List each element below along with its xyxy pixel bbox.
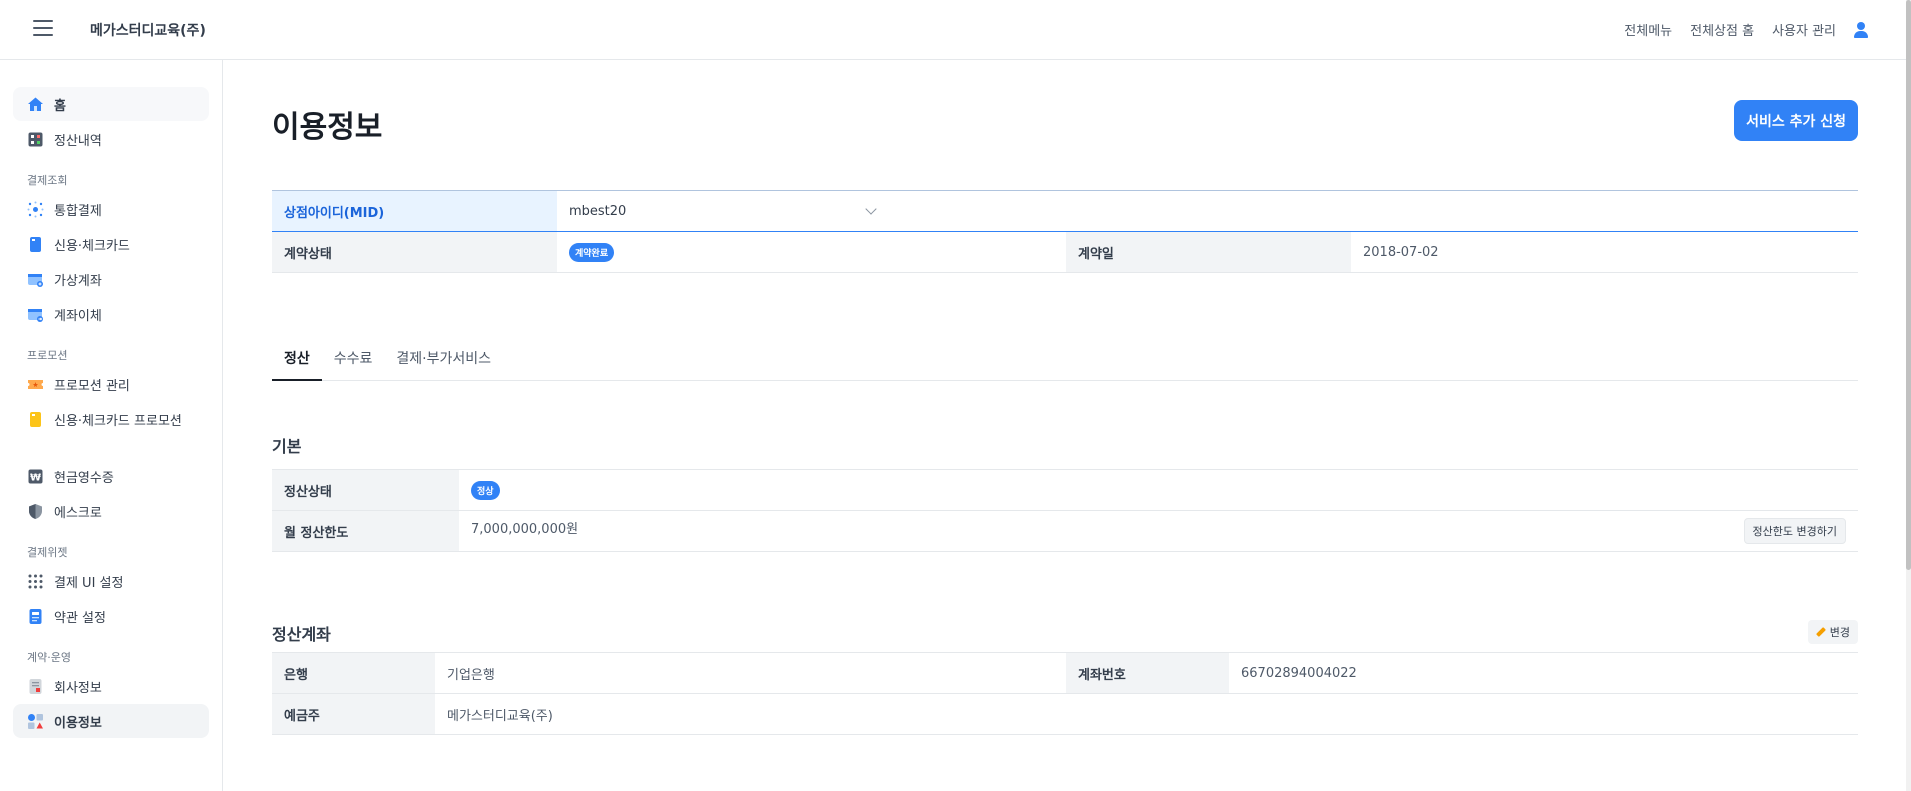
sidebar-item-account-transfer[interactable]: 계좌이체 [13,297,209,331]
monthly-limit-label: 월 정산한도 [272,510,459,552]
sidebar-item-settlement-history[interactable]: 정산내역 [13,122,209,156]
sidebar-item-payment-ui-settings[interactable]: 결제 UI 설정 [13,564,209,598]
sidebar-item-cash-receipt[interactable]: ₩ 현금영수증 [13,459,209,493]
group-label-contract-operation: 계약·운영 [27,651,71,664]
terms-icon [29,608,42,624]
contract-date-label: 계약일 [1066,231,1351,273]
sidebar-item-label: 가상계좌 [54,273,102,289]
user-management-link[interactable]: 사용자 관리 [1772,20,1836,39]
ticket-icon [28,379,43,389]
all-stores-home-link[interactable]: 전체상점 홈 [1690,20,1754,39]
sparkle-icon [27,201,44,217]
sidebar-item-card-promotion[interactable]: 신용·체크카드 프로모션 [13,402,209,436]
document-icon [29,678,42,694]
status-badge: 계약완료 [569,242,615,262]
grid-dots-icon [28,574,43,588]
pencil-icon [1816,627,1826,637]
sidebar-item-label: 홈 [54,98,66,114]
change-limit-button[interactable]: 정산한도 변경하기 [1743,518,1846,544]
page-title: 이용정보 [272,110,383,145]
sidebar-item-label: 에스크로 [54,505,102,521]
sidebar-item-escrow[interactable]: 에스크로 [13,494,209,528]
sidebar-item-label: 프로모션 관리 [54,378,130,394]
shapes-icon [28,713,43,729]
won-receipt-icon: ₩ [28,469,43,483]
account-number-label: 계좌번호 [1066,652,1229,694]
sidebar-item-label: 계좌이체 [54,308,102,324]
contract-status-label: 계약상태 [272,231,557,273]
sidebar-item-label: 신용·체크카드 프로모션 [54,413,182,429]
chevron-down-icon [865,203,877,215]
sidebar-item-label: 결제 UI 설정 [54,575,124,591]
card-promotion-icon [30,411,41,427]
home-icon [28,97,43,111]
sidebar-item-label: 정산내역 [54,133,102,149]
settlement-status-cell: 정상 [459,469,1858,511]
sidebar-item-label: 회사정보 [54,680,102,696]
edit-button-label: 변경 [1829,626,1850,639]
sidebar-item-credit-card[interactable]: 신용·체크카드 [13,227,209,261]
wallet-icon [28,273,43,287]
bank-label: 은행 [272,652,435,694]
sidebar-item-label: 약관 설정 [54,610,106,626]
account-holder-label: 예금주 [272,693,435,735]
sidebar-item-label: 현금영수증 [54,470,114,486]
all-menu-link[interactable]: 전체메뉴 [1624,20,1672,39]
mid-value: mbest20 [569,203,627,219]
sidebar-item-promotion-management[interactable]: 프로모션 관리 [13,367,209,401]
sidebar-item-label: 통합결제 [54,203,102,219]
menu-icon[interactable] [33,20,53,38]
mid-label: 상점아이디(MID) [272,190,557,232]
add-service-button[interactable]: 서비스 추가 신청 [1734,100,1858,141]
contract-date-value: 2018-07-02 [1351,231,1858,273]
group-label-payment-widget: 결제위젯 [27,546,68,559]
mid-select[interactable]: mbest20 [557,190,1858,232]
card-icon [30,236,41,252]
sidebar-item-virtual-account[interactable]: 가상계좌 [13,262,209,296]
sidebar: 홈 정산내역 결제조회 통합결제 신용·체크카드 가상계좌 계좌이체 프로모션 … [0,60,223,791]
shield-icon [29,503,42,519]
sidebar-item-integrated-payment[interactable]: 통합결제 [13,192,209,226]
svg-text:₩: ₩ [30,472,41,483]
contract-info-table: 상점아이디(MID) mbest20 계약상태 계약완료 계약일 2018-07… [272,190,1858,273]
calculator-icon [28,132,43,146]
bank-value: 기업은행 [435,652,1066,694]
sidebar-item-home[interactable]: 홈 [13,87,209,121]
tab-payment-services[interactable]: 결제·부가서비스 [384,347,503,381]
page-scrollbar[interactable] [1906,0,1911,791]
tab-settlement[interactable]: 정산 [272,347,322,381]
sidebar-item-terms-settings[interactable]: 약관 설정 [13,599,209,633]
tab-bar: 정산 수수료 결제·부가서비스 [272,347,1858,381]
group-label-promotion: 프로모션 [27,349,68,362]
contract-status-cell: 계약완료 [557,231,1066,273]
edit-account-button[interactable]: 변경 [1807,620,1858,644]
sidebar-item-company-info[interactable]: 회사정보 [13,669,209,703]
sidebar-item-label: 이용정보 [54,715,102,731]
section-title-account: 정산계좌 [272,625,331,644]
account-holder-value: 메가스터디교육(주) [435,693,1858,735]
top-nav: 전체메뉴 전체상점 홈 사용자 관리 [1624,20,1868,39]
account-number-value: 66702894004022 [1229,652,1858,694]
basic-settlement-table: 정산상태 정상 월 정산한도 7,000,000,000원 정산한도 변경하기 [272,469,1858,552]
sidebar-item-usage-info[interactable]: 이용정보 [13,704,209,738]
section-title-basic: 기본 [272,437,302,456]
merchant-name: 메가스터디교육(주) [90,23,206,39]
monthly-limit-cell: 7,000,000,000원 정산한도 변경하기 [459,510,1858,552]
group-label-payment-inquiry: 결제조회 [27,174,68,187]
user-icon[interactable] [1854,21,1868,38]
top-header: 메가스터디교육(주) 전체메뉴 전체상점 홈 사용자 관리 [0,0,1906,60]
sidebar-item-label: 신용·체크카드 [54,238,130,254]
settlement-account-table: 은행 기업은행 계좌번호 66702894004022 예금주 메가스터디교육(… [272,652,1858,735]
settlement-status-label: 정산상태 [272,469,459,511]
tab-fees[interactable]: 수수료 [322,347,385,381]
status-badge: 정상 [471,480,500,500]
monthly-limit-value: 7,000,000,000원 [471,522,579,537]
transfer-icon [28,308,43,322]
